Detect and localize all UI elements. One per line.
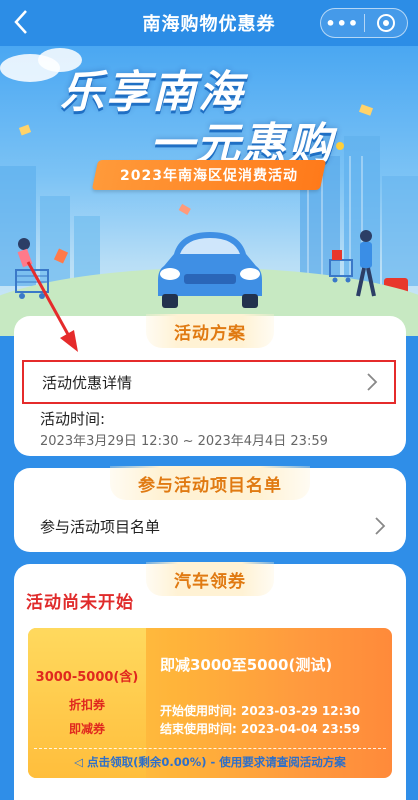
coupon-item[interactable]: 3000-5000(含) 折扣券 即减券 即减3000至5000(测试) 开始使… xyxy=(28,628,392,778)
car-illustration xyxy=(150,224,270,318)
close-miniapp-button[interactable] xyxy=(364,14,407,32)
activity-time-label: 活动时间: xyxy=(40,410,106,428)
coupon-start-time: 开始使用时间: 2023-03-29 12:30 xyxy=(160,704,361,718)
activity-detail-row[interactable]: 活动优惠详情 xyxy=(22,360,396,404)
miniapp-capsule: ••• xyxy=(320,8,408,38)
coupon-end-time: 结束使用时间: 2023-04-04 23:59 xyxy=(160,722,361,736)
shopper-walking-illustration xyxy=(329,230,376,297)
activity-detail-label: 活动优惠详情 xyxy=(42,373,133,392)
navbar: 南海购物优惠券 ••• xyxy=(0,0,418,46)
coupon-range: 3000-5000(含) xyxy=(35,670,139,685)
coupon-divider xyxy=(34,748,386,749)
coupon-type-instant: 即减券 xyxy=(68,722,105,736)
activity-plan-card: 活动方案 活动优惠详情 活动时间: 2023年3月29日 12:30 ~ 202… xyxy=(14,314,406,456)
coupon-title: 即减3000至5000(测试) xyxy=(160,656,333,674)
activity-status: 活动尚未开始 xyxy=(26,593,134,613)
car-coupon-card: 汽车领券 活动尚未开始 3000-5000(含) 折扣券 即减券 即减3000至… xyxy=(14,562,406,800)
coupon-type-discount: 折扣券 xyxy=(68,698,105,712)
project-list-tag: 参与活动项目名单 xyxy=(110,466,310,500)
shopper-cart-illustration xyxy=(15,238,69,299)
chevron-right-icon xyxy=(367,373,378,391)
car-coupon-tag: 汽车领券 xyxy=(146,562,274,596)
activity-time-value: 2023年3月29日 12:30 ~ 2023年4月4日 23:59 xyxy=(40,434,328,449)
project-list-card: 参与活动项目名单 参与活动项目名单 xyxy=(14,466,406,552)
more-button[interactable]: ••• xyxy=(321,14,364,33)
back-arrow-svg xyxy=(14,10,27,34)
activity-plan-tag: 活动方案 xyxy=(146,314,274,348)
page-title: 南海购物优惠券 xyxy=(142,14,276,35)
project-list-row[interactable]: 参与活动项目名单 xyxy=(40,512,386,540)
chevron-left-icon[interactable] xyxy=(14,9,38,37)
promo-banner: 乐享南海 一元惠购 2023年南海区促消费活动 xyxy=(0,46,418,336)
chevron-right-icon xyxy=(375,517,386,535)
ribbon-text: 2023年南海区促消费活动 xyxy=(120,168,298,184)
car-icon xyxy=(158,232,262,308)
claim-coupon-link[interactable]: ◁ 点击领取(剩余0.00%) - 使用要求请查阅活动方案 xyxy=(28,754,392,770)
project-list-label: 参与活动项目名单 xyxy=(40,517,161,536)
target-icon xyxy=(376,14,395,32)
banner-ribbon: 2023年南海区促消费活动 xyxy=(91,160,327,190)
